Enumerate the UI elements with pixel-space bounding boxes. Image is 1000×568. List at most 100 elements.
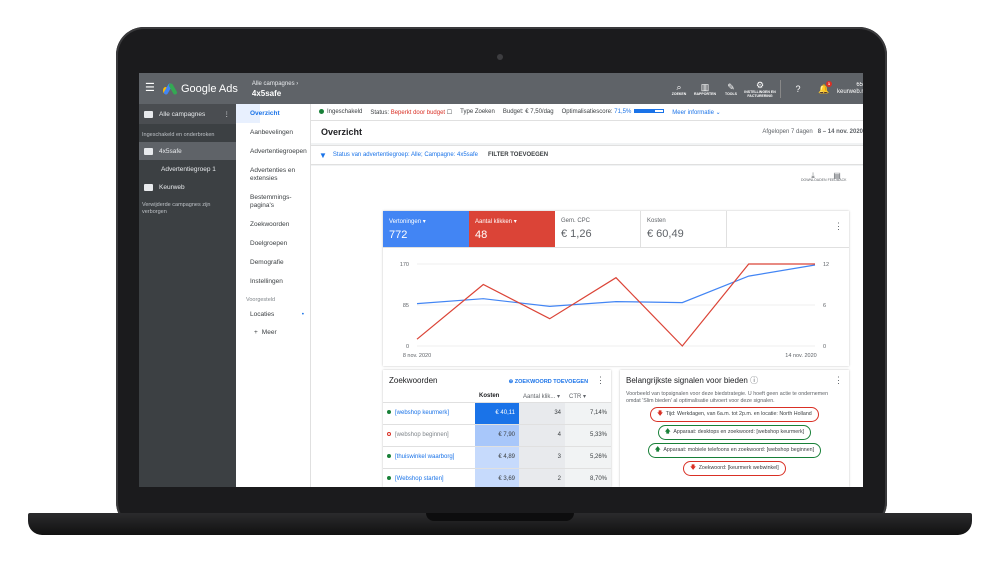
metric-impressions[interactable]: Vertoningen ▾ 772 [383, 211, 469, 247]
help-icon[interactable]: ? [785, 84, 811, 94]
sidebar-section-label: Ingeschakeld en onderbroken [142, 132, 215, 138]
ctr-column-header[interactable]: CTR ▾ [565, 391, 611, 403]
page-nav: Overzicht Aanbevelingen Advertentiegroep… [236, 104, 311, 487]
menu-icon[interactable]: ☰ [145, 83, 159, 94]
chart-more-icon[interactable]: ⋮ [834, 221, 843, 232]
breadcrumb-parent[interactable]: Alle campagnes [252, 81, 295, 87]
keywords-table: Kosten Aantal klik... ▾ CTR ▾ [webshop k… [383, 391, 611, 487]
y-right-tick-label: 0 [823, 344, 826, 350]
metric-avg-cpc[interactable]: Gem. CPC € 1,26 [555, 211, 641, 247]
download-button[interactable]: ⤓ DOWNLOADEN [801, 172, 827, 183]
notifications-icon[interactable]: 🔔 1 [811, 80, 837, 94]
search-label: ZOEKEN [671, 91, 687, 96]
metric-cost[interactable]: Kosten € 60,49 [641, 211, 727, 247]
all-campaigns-item[interactable]: Alle campagnes ⋮ [139, 104, 236, 124]
opt-progress-bar [634, 109, 665, 114]
sidebar-item-label: 4x5safe [159, 147, 182, 155]
settings-icon[interactable]: ⚙ INSTELLINGEN EN FACTURERING [744, 80, 776, 98]
y-left-tick-label: 170 [400, 262, 409, 268]
ctr-cell: 8,70% [565, 468, 611, 487]
search-icon[interactable]: ⌕ ZOEKEN [666, 82, 692, 96]
signals-title-text: Belangrijkste signalen voor bieden [626, 376, 748, 385]
download-label: DOWNLOADEN [801, 178, 827, 182]
clicks-column-header[interactable]: Aantal klik... ▾ [519, 391, 565, 403]
top-bar: ☰ Google Ads Alle campagnes › 4x5safe ⌕ Z… [139, 73, 863, 104]
optimization-score[interactable]: Optimalisatiescore: 71,5% [554, 109, 665, 115]
keyword-column-header [383, 391, 475, 403]
nav-more-label: Meer [261, 328, 277, 336]
page-title: Overzicht [321, 127, 363, 137]
signals-card-header: Belangrijkste signalen voor bieden ⓘ ⋮ [620, 370, 849, 391]
nav-item-locaties[interactable]: Locaties • [236, 305, 310, 324]
reports-icon[interactable]: ▥ RAPPORTEN [692, 82, 718, 96]
keyword-cell[interactable]: [webshop beginnen] [383, 424, 475, 447]
metric-clicks[interactable]: Aantal klikken ▾ 48 [469, 211, 555, 247]
breadcrumb-current[interactable]: 4x5safe [252, 89, 298, 98]
nav-item-bestemmingspaginas[interactable]: Bestemmings-pagina's [236, 188, 310, 215]
cost-cell: € 4,89 [475, 446, 519, 469]
add-keyword-label: ZOEKWOORD TOEVOEGEN [514, 379, 589, 385]
nav-item-aanbevelingen[interactable]: Aanbevelingen [236, 123, 310, 142]
table-row[interactable]: [webshop beginnen] € 7,90 4 5,33% [383, 424, 611, 447]
filter-bar: ▼ Status van advertentiegroep: Alle; Cam… [311, 145, 863, 165]
arrow-up-icon: 🡅 [654, 447, 661, 453]
cost-column-header[interactable]: Kosten [475, 391, 519, 403]
metric-label: Kosten [647, 218, 666, 224]
table-row[interactable]: [Webshop starten] € 3,69 2 8,70% [383, 468, 611, 487]
breadcrumb[interactable]: Alle campagnes › 4x5safe [252, 80, 298, 98]
cost-cell: € 7,90 [475, 424, 519, 447]
nav-item-instellingen[interactable]: Instellingen [236, 272, 310, 291]
sidebar-item-keurweb[interactable]: Keurweb [139, 178, 236, 196]
keyword-text: [thuiswinkel waarborg] [395, 454, 455, 460]
signal-chips: 🡇 Tijd: Werkdagen, van 6a.m. tot 2p.m. en… [620, 407, 849, 476]
enabled-status[interactable]: Ingeschakeld [311, 108, 362, 115]
add-keyword-button[interactable]: ⊕ ZOEKWOORD TOEVOEGEN [509, 379, 588, 385]
arrow-down-icon: 🡇 [657, 411, 663, 417]
signal-chip: 🡅 Apparaat: desktops en zoekwoord: [websh… [657, 425, 812, 440]
type-field: Type Zoeken [452, 109, 495, 115]
settings-label: INSTELLINGEN EN FACTURERING [744, 89, 776, 98]
table-row[interactable]: [webshop keurmerk] € 40,11 34 7,14% [383, 402, 611, 425]
tools-icon[interactable]: ✎ TOOLS [718, 82, 744, 96]
table-row[interactable]: [thuiswinkel waarborg] € 4,89 3 5,26% [383, 446, 611, 469]
keyword-cell[interactable]: [webshop keurmerk] [383, 402, 475, 425]
keywords-more-icon[interactable]: ⋮ [596, 375, 605, 385]
nav-more-button[interactable]: + Meer [236, 324, 310, 340]
sidebar-item-4x5safe[interactable]: 4x5safe [139, 142, 236, 160]
filter-text[interactable]: Status van advertentiegroep: Alle; Campa… [333, 152, 478, 158]
nav-item-overzicht[interactable]: Overzicht [236, 104, 280, 123]
top-icons: ⌕ ZOEKEN ▥ RAPPORTEN ✎ TOOLS ⚙ INSTELLINGEN … [666, 73, 863, 104]
metric-label: Aantal klikken [475, 219, 513, 225]
nav-item-advertentiegroepen[interactable]: Advertentiegroepen [236, 142, 310, 161]
signals-more-icon[interactable]: ⋮ [834, 375, 843, 386]
add-filter-button[interactable]: FILTER TOEVOEGEN [488, 152, 548, 158]
sidebar-item-adgroup[interactable]: Advertentiegroep 1 [139, 160, 236, 178]
sidebar-item-label: Keurweb [159, 183, 185, 191]
more-vert-icon[interactable]: ⋮ [224, 110, 231, 118]
feedback-button[interactable]: ▤ FEEDBACK [825, 172, 849, 183]
nav-item-doelgroepen[interactable]: Doelgroepen [236, 234, 310, 253]
account-info[interactable]: 65 keurweb.nl [837, 82, 863, 96]
nav-item-advertenties[interactable]: Advertenties en extensies [236, 161, 310, 188]
metric-selectors: Vertoningen ▾ 772 Aantal klikken ▾ 48 Gem.… [383, 211, 849, 248]
keyword-cell[interactable]: [thuiswinkel waarborg] [383, 446, 475, 469]
google-ads-logo-icon [163, 82, 178, 95]
keyword-cell[interactable]: [Webshop starten] [383, 468, 475, 487]
laptop-mockup: ☰ Google Ads Alle campagnes › 4x5safe ⌕ Z… [0, 0, 1000, 568]
keywords-title: Zoekwoorden [389, 376, 438, 385]
account-id: 65 [856, 81, 863, 88]
enabled-status-icon [387, 410, 391, 415]
google-ads-logo[interactable]: Google Ads [163, 82, 238, 95]
nav-item-demografie[interactable]: Demografie [236, 253, 310, 272]
status-field: Status: Beperkt door budget ☐ [362, 109, 452, 116]
signal-chip: 🡇 Tijd: Werkdagen, van 6a.m. tot 2p.m. en… [650, 407, 819, 422]
signal-chip-text: Apparaat: desktops en zoekwoord: [websho… [673, 429, 805, 435]
help-circle-icon[interactable]: ⓘ [750, 376, 758, 385]
filter-icon[interactable]: ▼ [319, 151, 327, 160]
campaign-sidebar: Alle campagnes ⋮ Ingeschakeld en onderbr… [139, 104, 236, 487]
y-right-tick-label: 12 [823, 262, 829, 268]
date-range-selector[interactable]: Afgelopen 7 dagen 8 – 14 nov. 2020 [762, 129, 863, 135]
more-info-link[interactable]: Meer informatie ⌄ [664, 109, 720, 116]
nav-item-zoekwoorden[interactable]: Zoekwoorden [236, 215, 310, 234]
keyword-text: [Webshop starten] [395, 476, 444, 482]
